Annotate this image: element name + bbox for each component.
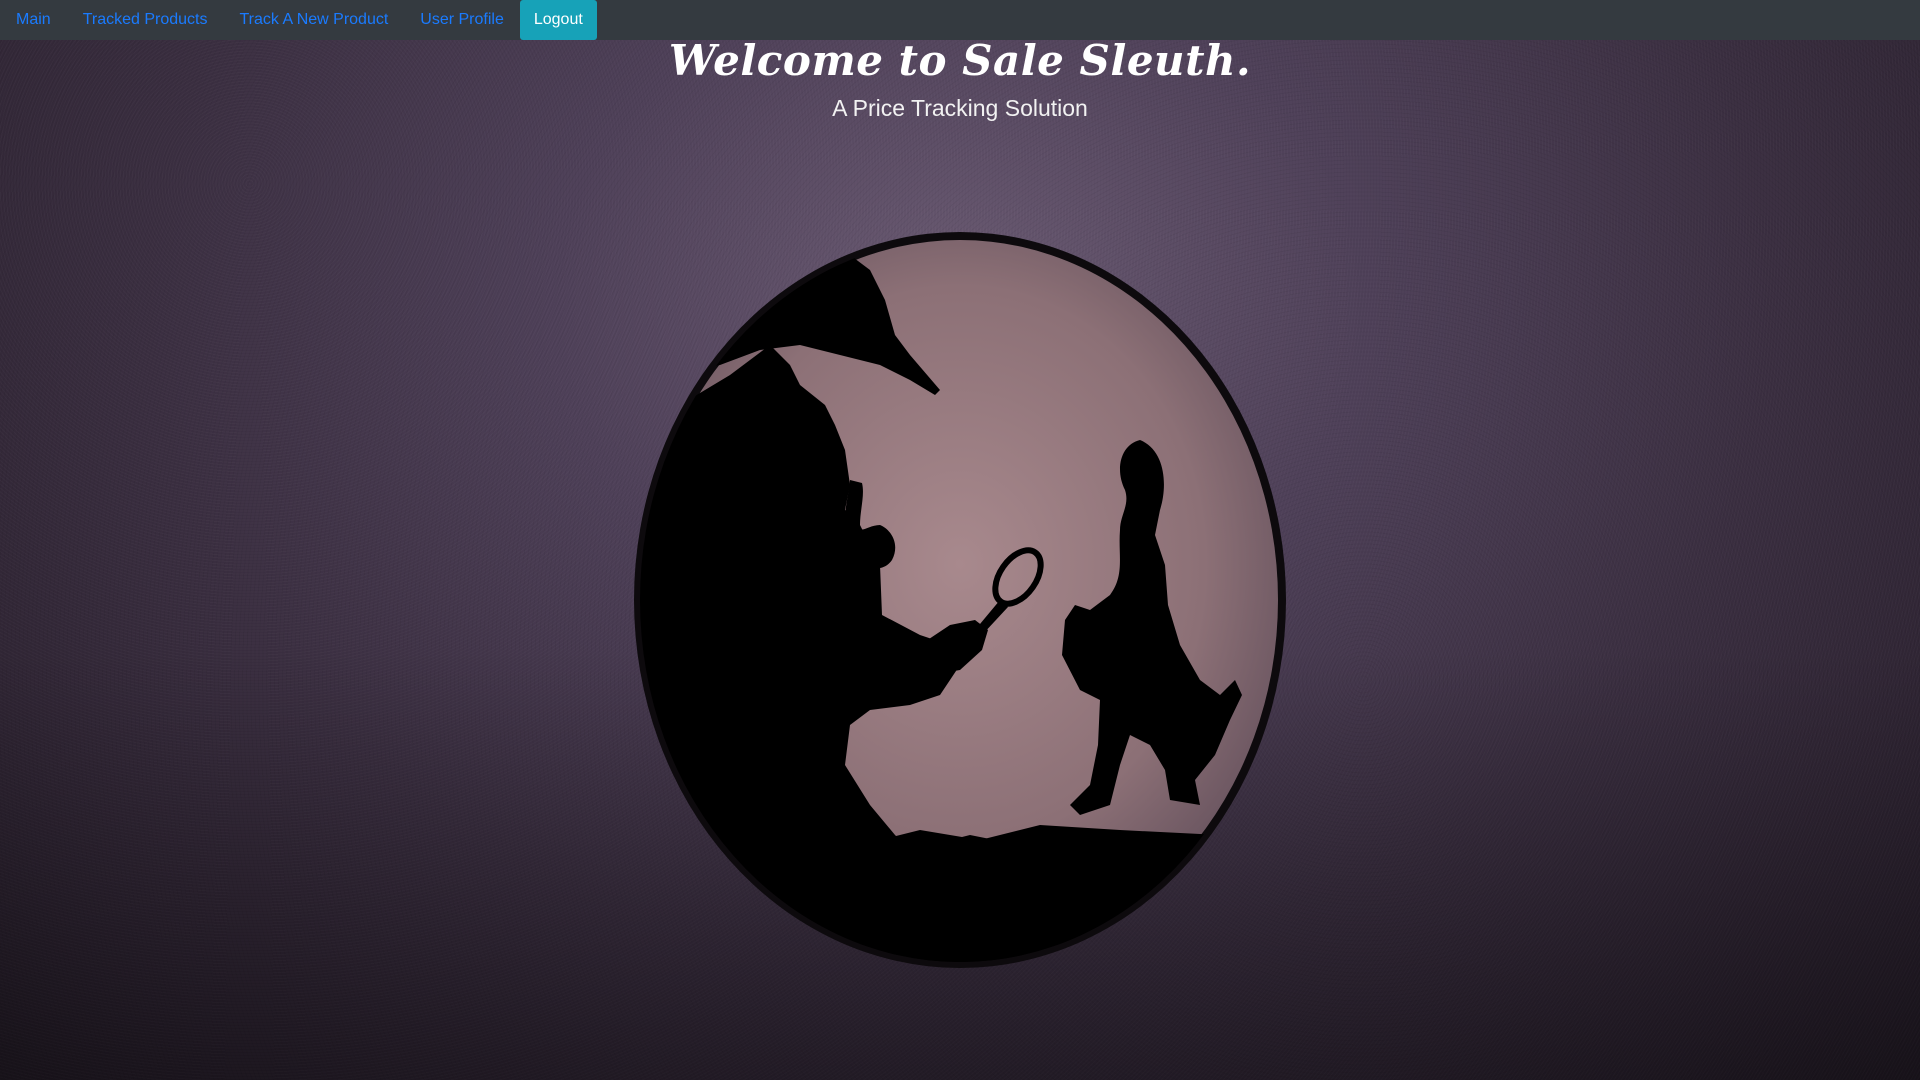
detective-silhouette-icon: [634, 232, 1286, 968]
logout-button[interactable]: Logout: [519, 0, 597, 40]
nav-track-new-product[interactable]: Track A New Product: [223, 0, 404, 40]
page-subtitle: A Price Tracking Solution: [832, 95, 1088, 121]
page-title: Welcome to Sale Sleuth.: [668, 36, 1252, 85]
nav-main[interactable]: Main: [0, 0, 67, 40]
nav-tracked-products[interactable]: Tracked Products: [67, 0, 224, 40]
top-navbar: Main Tracked Products Track A New Produc…: [0, 0, 1920, 40]
nav-user-profile[interactable]: User Profile: [404, 0, 520, 40]
